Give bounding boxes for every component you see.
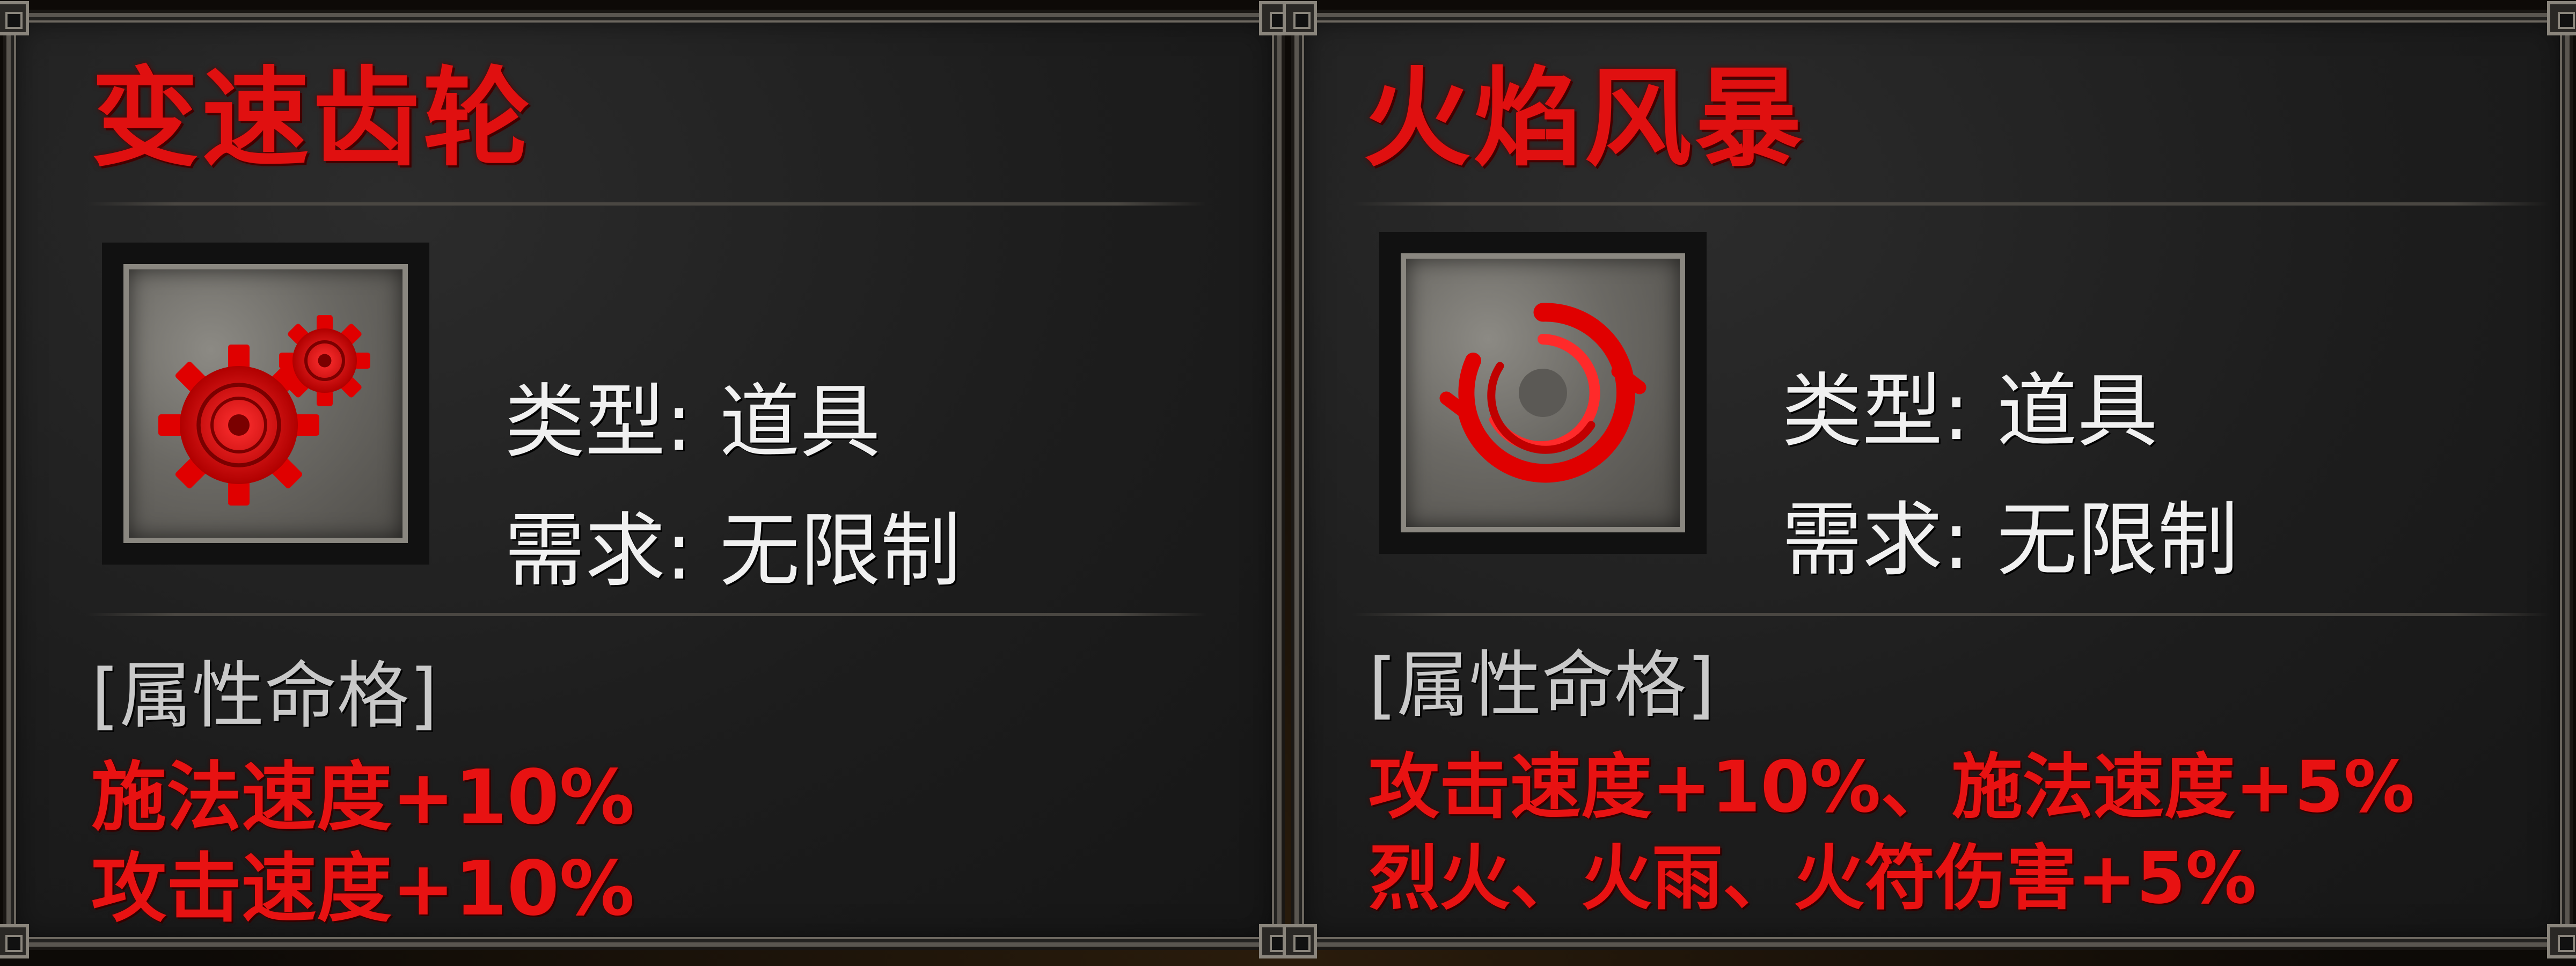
red-swirl-icon-graphic	[1439, 303, 1646, 483]
item-requirement-label: 需求:	[1782, 494, 1970, 587]
item-tooltip-gear: 变速齿轮 类型: 道具 需求: 无限制 [属性命格] 施法速度+10% 攻击速度…	[0, 1, 1293, 958]
item-requirement-line: 需求: 无限制	[504, 500, 961, 602]
item-requirement-line: 需求: 无限制	[1782, 489, 2238, 591]
red-gears-icon-graphic	[158, 315, 370, 506]
attribute-header: [属性命格]	[91, 654, 438, 738]
item-type-label: 类型:	[504, 376, 693, 469]
item-type-value: 道具	[719, 376, 881, 469]
red-swirl-icon	[1401, 253, 1685, 532]
item-tooltip-firestorm: 火焰风暴 类型: 道具 需求: 无限制 [属性命格] 攻击速度+10%、施法速度…	[1283, 1, 2576, 958]
item-type-line: 类型: 道具	[504, 371, 881, 473]
divider	[1352, 202, 2549, 206]
item-icon-frame	[1379, 232, 1707, 554]
item-title: 火焰风暴	[1363, 56, 1806, 181]
attribute-header: [属性命格]	[1368, 643, 1715, 727]
corner-ornament	[2547, 1, 2576, 35]
red-gears-icon	[123, 264, 408, 543]
item-requirement-value: 无限制	[719, 504, 961, 598]
item-icon-frame	[102, 243, 429, 565]
corner-ornament	[1283, 924, 1317, 958]
divider	[1352, 613, 2549, 616]
corner-ornament	[1283, 1, 1317, 35]
item-type-line: 类型: 道具	[1782, 361, 2158, 463]
item-requirement-label: 需求:	[504, 504, 693, 598]
corner-ornament	[0, 1, 29, 35]
corner-ornament	[2547, 924, 2576, 958]
item-type-value: 道具	[1996, 365, 2158, 458]
divider	[86, 613, 1208, 616]
attribute-line: 烈火、火雨、火符伤害+5%	[1368, 837, 2257, 920]
corner-ornament	[0, 924, 29, 958]
attribute-line: 攻击速度+10%、施法速度+5%	[1368, 746, 2415, 829]
item-requirement-value: 无限制	[1996, 494, 2238, 587]
divider	[86, 202, 1208, 206]
attribute-line: 攻击速度+10%	[91, 845, 635, 933]
item-type-label: 类型:	[1782, 365, 1970, 458]
game-screen: 变速齿轮 类型: 道具 需求: 无限制 [属性命格] 施法速度+10% 攻击速度…	[0, 0, 2576, 966]
item-title: 变速齿轮	[91, 56, 534, 181]
attribute-line: 施法速度+10%	[91, 754, 635, 841]
